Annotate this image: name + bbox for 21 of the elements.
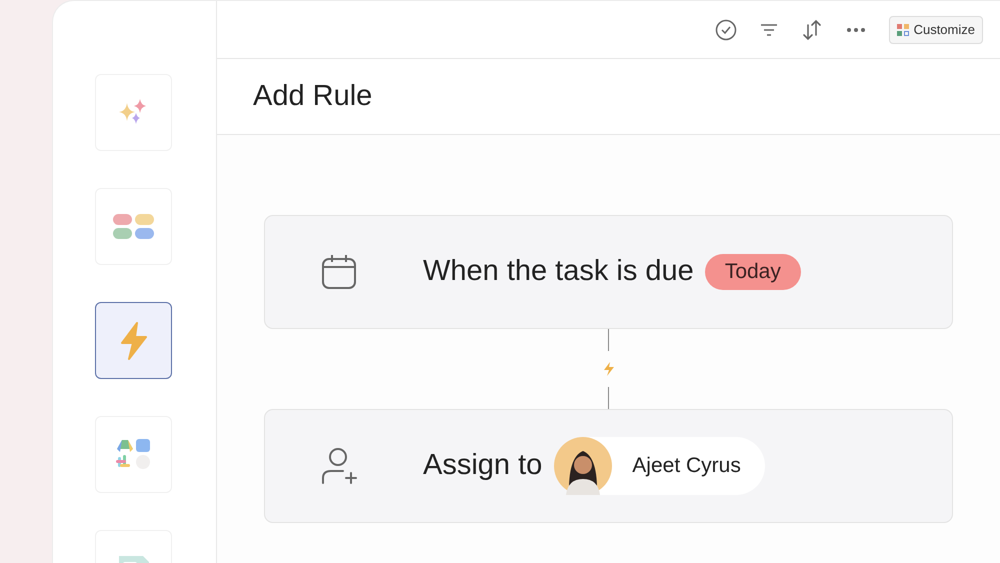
page-title: Add Rule: [253, 78, 372, 114]
color-blocks-icon: [112, 212, 156, 240]
add-user-icon: [321, 447, 359, 485]
grid-icon: [896, 24, 909, 36]
rule-card[interactable]: Assign to Ajeet Cyrus: [264, 409, 953, 523]
calendar-icon: [321, 254, 357, 290]
rule-card[interactable]: When the task is due Today: [264, 215, 953, 329]
sort-icon[interactable]: [800, 18, 823, 40]
integrations-icon: [114, 438, 152, 472]
rule-text: When the task is due: [423, 254, 694, 290]
sidebar-tile[interactable]: [95, 302, 172, 379]
assignee-name: Ajeet Cyrus: [632, 453, 741, 480]
check-icon[interactable]: [714, 18, 737, 40]
customize-button[interactable]: Customize: [888, 16, 983, 44]
more-icon[interactable]: [846, 26, 866, 32]
date-tag[interactable]: Today: [704, 254, 801, 290]
rule-text: Assign to: [423, 448, 542, 484]
assignee-chip[interactable]: Ajeet Cyrus: [554, 437, 765, 495]
filter-icon[interactable]: [760, 22, 778, 36]
lightning-icon: [602, 361, 614, 377]
avatar: [554, 437, 612, 495]
